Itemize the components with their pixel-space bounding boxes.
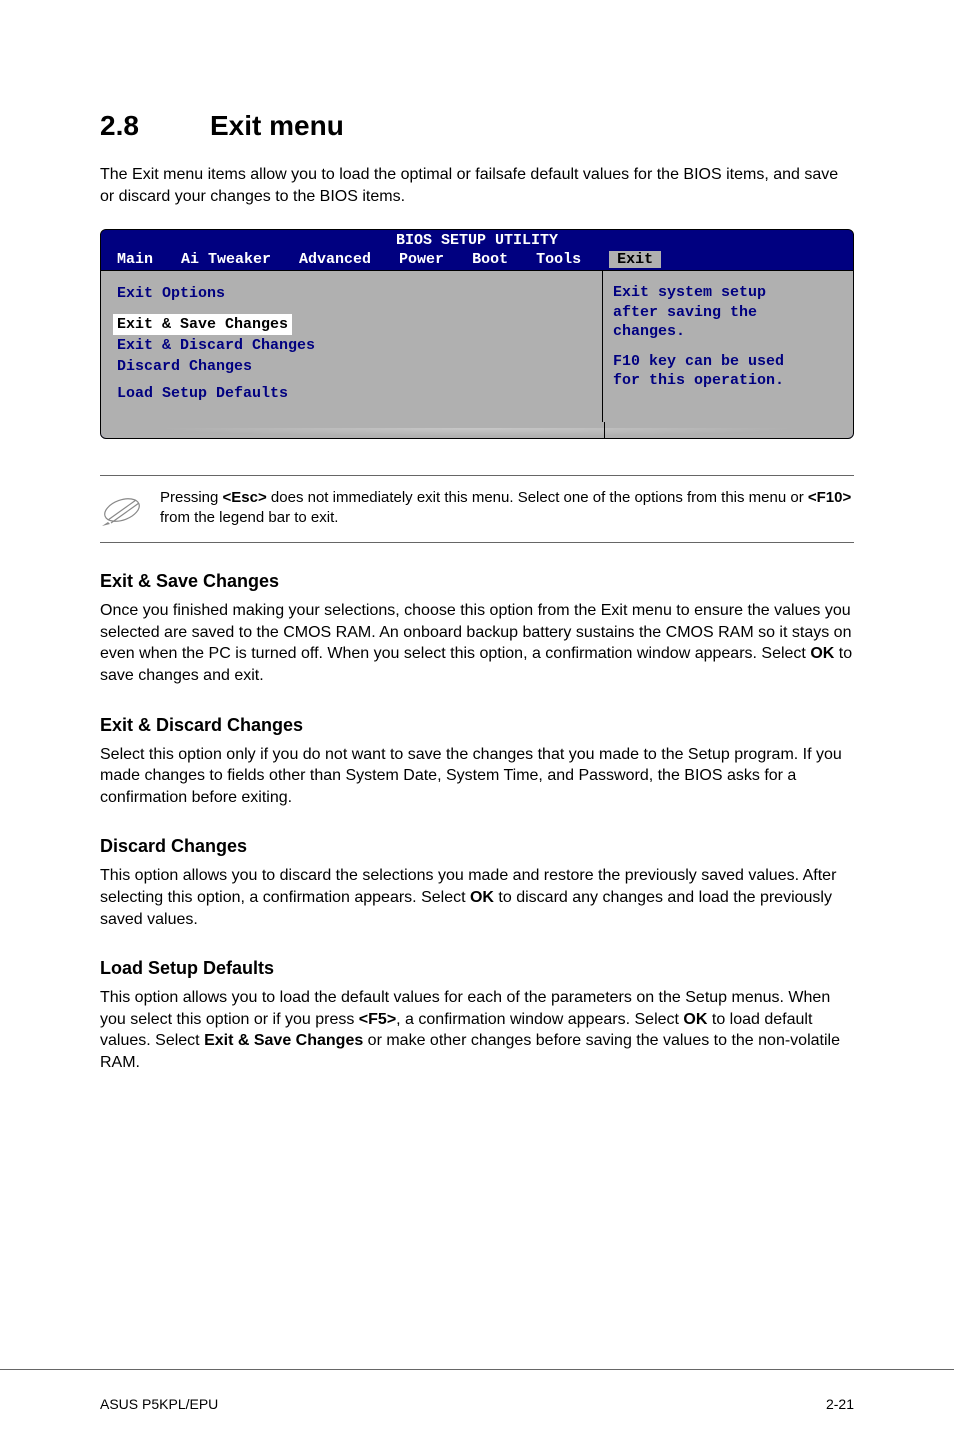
bios-item-discard: Discard Changes [117,356,586,377]
note-part: from the legend bar to exit. [160,509,338,526]
note-key-esc: <Esc> [223,489,267,506]
text-part-bold: Exit & Save Changes [204,1032,363,1049]
section-title-discard: Discard Changes [100,836,854,857]
note-key-f10: <F10> [808,489,851,506]
bios-menu-tools: Tools [536,251,581,268]
bios-help-line: for this operation. [613,371,839,391]
heading-number: 2.8 [100,110,210,142]
bios-help-line: Exit system setup [613,283,839,303]
section-title-exit-save: Exit & Save Changes [100,571,854,592]
bios-help-pane: Exit system setup after saving the chang… [603,270,853,422]
text-part-bold: OK [810,645,834,662]
note-icon [100,488,160,530]
bios-menu-boot: Boot [472,251,508,268]
heading-text: Exit menu [210,110,344,142]
bios-menu-power: Power [399,251,444,268]
page-footer: ASUS P5KPL/EPU 2-21 [0,1369,954,1438]
section-body-exit-discard: Select this option only if you do not wa… [100,744,854,809]
intro-paragraph: The Exit menu items allow you to load th… [100,164,854,207]
section-body-discard: This option allows you to discard the se… [100,865,854,930]
bios-help-line: changes. [613,322,839,342]
section-body-exit-save: Once you finished making your selections… [100,600,854,686]
text-part: , a confirmation window appears. Select [396,1011,683,1028]
note-callout: Pressing <Esc> does not immediately exit… [100,475,854,543]
note-text: Pressing <Esc> does not immediately exit… [160,488,854,530]
bios-item-load-defaults: Load Setup Defaults [117,383,586,404]
bios-item-exit-discard: Exit & Discard Changes [117,335,586,356]
section-title-exit-discard: Exit & Discard Changes [100,715,854,736]
bios-menu-ai-tweaker: Ai Tweaker [181,251,271,268]
text-part-bold: OK [683,1011,707,1028]
page-heading: 2.8 Exit menu [100,110,854,142]
bios-menu-exit: Exit [609,251,661,268]
bios-item-exit-save: Exit & Save Changes [113,314,292,335]
note-part: does not immediately exit this menu. Sel… [267,489,808,506]
bios-exit-options-label: Exit Options [117,283,586,304]
section-body-load-defaults: This option allows you to load the defau… [100,987,854,1073]
note-part: Pressing [160,489,223,506]
bios-menu-main: Main [117,251,153,268]
bios-help-line: after saving the [613,303,839,323]
bios-utility-title: BIOS SETUP UTILITY [101,230,853,249]
footer-left: ASUS P5KPL/EPU [100,1396,218,1412]
text-part-bold: <F5> [359,1011,396,1028]
section-title-load-defaults: Load Setup Defaults [100,958,854,979]
text-part: Select this option only if you do not wa… [100,746,842,806]
bios-menu-advanced: Advanced [299,251,371,268]
footer-right: 2-21 [826,1396,854,1412]
bios-left-pane: Exit Options Exit & Save Changes Exit & … [101,270,603,422]
text-part: Once you finished making your selections… [100,602,851,662]
bios-screenshot: BIOS SETUP UTILITY Main Ai Tweaker Advan… [100,229,854,439]
bios-menu-bar: Main Ai Tweaker Advanced Power Boot Tool… [101,249,853,270]
text-part-bold: OK [470,889,494,906]
bios-help-line: F10 key can be used [613,352,839,372]
